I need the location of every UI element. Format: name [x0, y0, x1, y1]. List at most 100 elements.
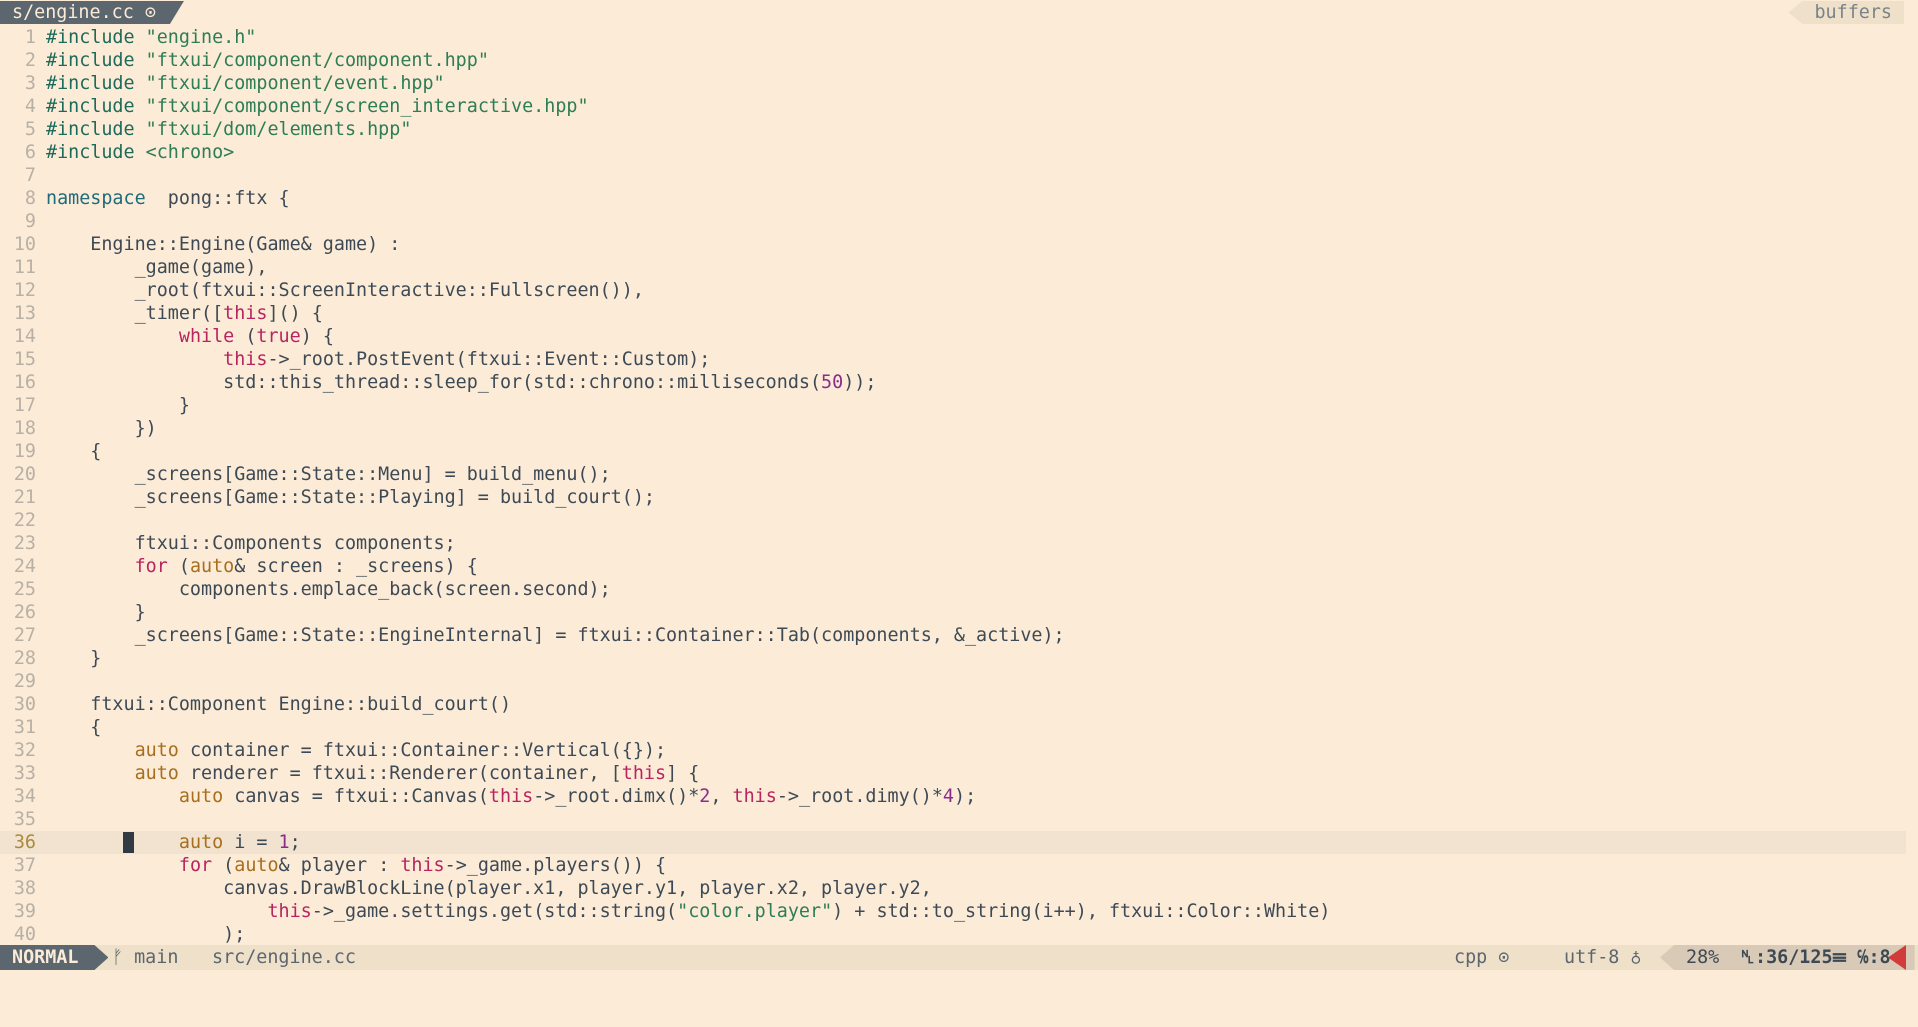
code-token: auto — [134, 740, 179, 761]
code-line[interactable]: 4 #include "ftxui/component/screen_intera… — [0, 95, 1906, 118]
line-number: 30 — [13, 694, 36, 715]
code-line[interactable]: 35 — [0, 808, 1906, 831]
code-text: #include "engine.h" — [46, 27, 256, 48]
code-token: ( — [234, 326, 257, 347]
code-line[interactable]: 9 — [0, 210, 1906, 233]
code-line[interactable]: 20 _screens[Game::State::Menu] = build_m… — [0, 463, 1906, 486]
code-line[interactable]: 33 auto renderer = ftxui::Renderer(conta… — [0, 762, 1906, 785]
code-token: _root(ftxui::ScreenInteractive::Fullscre… — [46, 280, 644, 301]
code-token: this — [621, 763, 667, 784]
code-line[interactable]: 16 std::this_thread::sleep_for(std::chro… — [0, 371, 1906, 394]
code-token: true — [256, 326, 301, 347]
code-text: } — [46, 395, 190, 416]
code-token: ]() { — [267, 303, 323, 324]
code-line[interactable]: 28 } — [0, 647, 1906, 670]
code-line[interactable]: 23 ftxui::Components components; — [0, 532, 1906, 555]
text-cursor — [123, 832, 134, 853]
line-column: ␤:36/125☰ ℅:8 — [1740, 947, 1891, 968]
code-line[interactable]: 17 } — [0, 394, 1906, 417]
code-token: & screen : _screens) { — [234, 556, 478, 577]
code-line[interactable]: 6 #include <chrono> — [0, 141, 1906, 164]
code-line[interactable]: 19 { — [0, 440, 1906, 463]
code-line[interactable]: 5 #include "ftxui/dom/elements.hpp" — [0, 118, 1906, 141]
code-token: "engine.h" — [145, 27, 257, 48]
code-line[interactable]: 37 for (auto& player : this->_game.playe… — [0, 854, 1906, 877]
code-line[interactable]: 32 auto container = ftxui::Container::Ve… — [0, 739, 1906, 762]
code-line[interactable]: 10 Engine::Engine(Game& game) : — [0, 233, 1906, 256]
line-number: 33 — [13, 763, 36, 784]
code-text: namespace pong::ftx { — [46, 188, 290, 209]
code-token: 50 — [821, 372, 844, 393]
code-token: #include — [46, 73, 146, 94]
code-token: #include — [46, 119, 146, 140]
code-token: _timer([ — [46, 303, 224, 324]
code-line[interactable]: 8 namespace pong::ftx { — [0, 187, 1906, 210]
code-token: , — [710, 786, 733, 807]
line-number: 23 — [13, 533, 36, 554]
command-line[interactable] — [0, 972, 1918, 1027]
code-line[interactable]: 40 ); — [0, 923, 1906, 943]
code-text: #include <chrono> — [46, 142, 234, 163]
code-token: _screens[Game::State::Playing] = build_c… — [46, 487, 655, 508]
code-line[interactable]: 25 components.emplace_back(screen.second… — [0, 578, 1906, 601]
code-text: #include "ftxui/component/screen_interac… — [46, 96, 589, 117]
code-text: for (auto& screen : _screens) { — [46, 556, 478, 577]
code-token: #include — [46, 50, 146, 71]
code-line[interactable]: 1 #include "engine.h" — [0, 26, 1906, 49]
code-line[interactable]: 15 this->_root.PostEvent(ftxui::Event::C… — [0, 348, 1906, 371]
code-line[interactable]: 27 _screens[Game::State::EngineInternal]… — [0, 624, 1906, 647]
code-token: ; — [289, 832, 301, 853]
code-line[interactable]: 18 }) — [0, 417, 1906, 440]
line-number: 39 — [13, 901, 36, 922]
code-token: #include — [46, 96, 146, 117]
code-line[interactable]: 12 _root(ftxui::ScreenInteractive::Fulls… — [0, 279, 1906, 302]
code-token: pong::ftx { — [145, 188, 290, 209]
code-token: <chrono> — [145, 142, 235, 163]
code-line[interactable]: 29 — [0, 670, 1906, 693]
code-line[interactable]: 11 _game(game), — [0, 256, 1906, 279]
code-token: _screens[Game::State::Menu] = build_menu… — [46, 464, 611, 485]
tab-buffers[interactable]: buffers — [1788, 1, 1904, 24]
code-text: auto renderer = ftxui::Renderer(containe… — [46, 763, 700, 784]
code-line[interactable]: 2 #include "ftxui/component/component.hpp… — [0, 49, 1906, 72]
code-text: ); — [46, 924, 245, 943]
code-token: std::this_thread::sleep_for(std::chrono:… — [46, 372, 822, 393]
code-line[interactable]: 26 } — [0, 601, 1906, 624]
code-text: std::this_thread::sleep_for(std::chrono:… — [46, 372, 876, 393]
code-line[interactable]: 14 while (true) { — [0, 325, 1906, 348]
code-text: } — [46, 648, 101, 669]
code-line[interactable]: 13 _timer([this]() { — [0, 302, 1906, 325]
code-token: ->_game.players()) { — [444, 855, 667, 876]
line-number: 26 — [13, 602, 36, 623]
code-text: _screens[Game::State::EngineInternal] = … — [46, 625, 1065, 646]
code-line[interactable]: 36 auto i = 1; — [0, 831, 1906, 854]
code-line[interactable]: 38 canvas.DrawBlockLine(player.x1, playe… — [0, 877, 1906, 900]
tab-active-file[interactable]: s/engine.cc ⊙ — [0, 1, 184, 24]
code-line[interactable]: 22 — [0, 509, 1906, 532]
filetype-indicator: cpp ⊙ — [1454, 947, 1510, 968]
code-text: _screens[Game::State::Playing] = build_c… — [46, 487, 655, 508]
code-text: ftxui::Component Engine::build_court() — [46, 694, 511, 715]
code-token: "ftxui/component/component.hpp" — [145, 50, 489, 71]
code-line[interactable]: 34 auto canvas = ftxui::Canvas(this->_ro… — [0, 785, 1906, 808]
code-line[interactable]: 39 this->_game.settings.get(std::string(… — [0, 900, 1906, 923]
line-number: 18 — [13, 418, 36, 439]
code-token: auto — [134, 763, 179, 784]
code-line[interactable]: 21 _screens[Game::State::Playing] = buil… — [0, 486, 1906, 509]
code-editor[interactable]: 1 #include "engine.h" 2 #include "ftxui/com… — [0, 26, 1918, 943]
line-number: 28 — [13, 648, 36, 669]
code-line[interactable]: 3 #include "ftxui/component/event.hpp" — [0, 72, 1906, 95]
code-line[interactable]: 24 for (auto& screen : _screens) { — [0, 555, 1906, 578]
code-line[interactable]: 7 — [0, 164, 1906, 187]
line-number: 6 — [24, 142, 36, 163]
code-line[interactable]: 30 ftxui::Component Engine::build_court(… — [0, 693, 1906, 716]
encoding-indicator: utf-8 ♁ — [1564, 947, 1642, 968]
code-line[interactable]: 31 { — [0, 716, 1906, 739]
